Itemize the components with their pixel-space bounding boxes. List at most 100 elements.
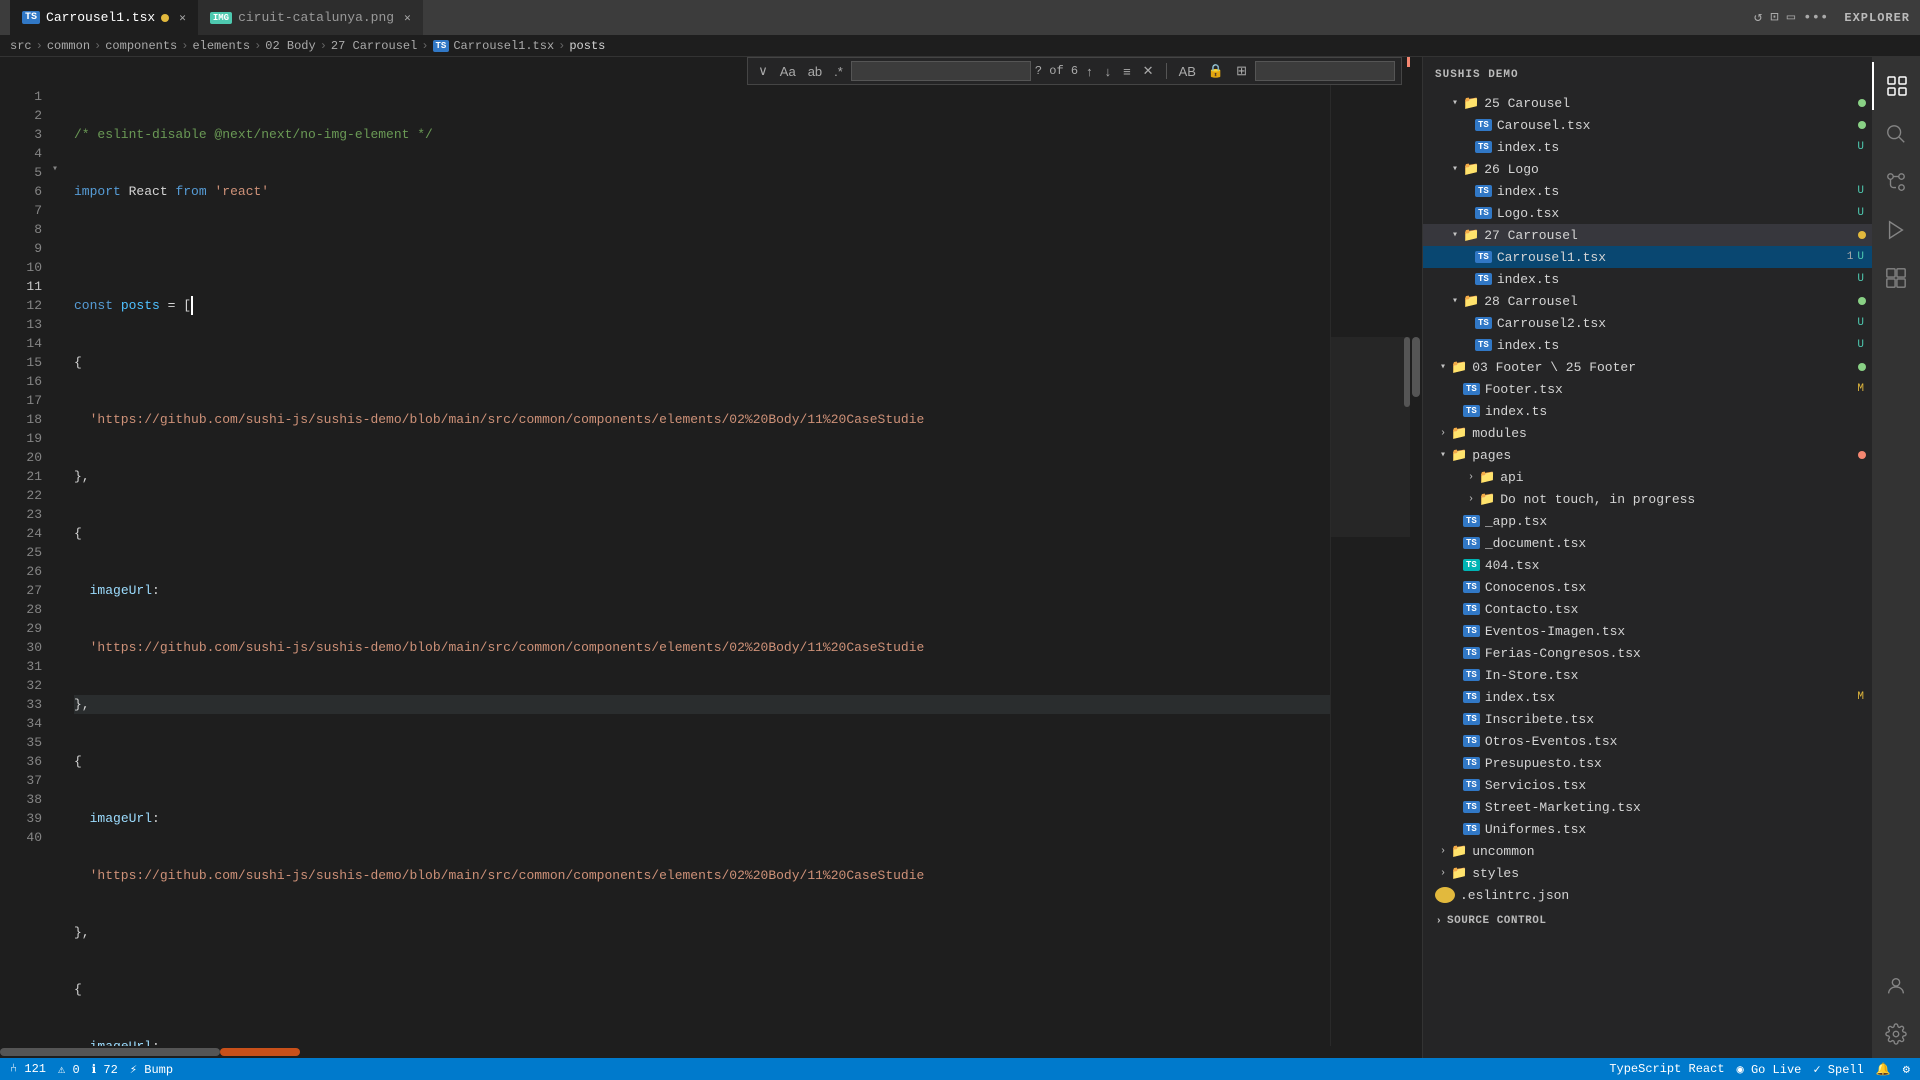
activity-account[interactable] <box>1872 962 1920 1010</box>
find-aa-btn[interactable]: Aa <box>776 62 800 81</box>
tab-ciruit-close[interactable]: ✕ <box>404 11 411 25</box>
status-badge <box>1858 297 1866 305</box>
sidebar-item-index-tsx[interactable]: TS index.tsx M <box>1423 686 1872 708</box>
sidebar-item-api[interactable]: › 📁 api <box>1423 466 1872 488</box>
find-select-all-btn[interactable]: ≡ <box>1119 62 1135 81</box>
sidebar-item-eslintrc[interactable]: .eslintrc.json <box>1423 884 1872 906</box>
sidebar-item-street-marketing[interactable]: TS Street-Marketing.tsx <box>1423 796 1872 818</box>
activity-explorer[interactable] <box>1872 62 1920 110</box>
editor-content-area[interactable]: 1 2 3 4 5 6 7 8 9 10 11 12 13 14 15 16 1 <box>0 57 1422 1046</box>
find-format-btn[interactable]: ⊞ <box>1232 61 1251 81</box>
horizontal-scrollbar[interactable] <box>0 1046 1422 1058</box>
sidebar-item-logo-tsx[interactable]: TS Logo.tsx U <box>1423 202 1872 224</box>
status-errors[interactable]: ⚠ 0 <box>58 1062 80 1077</box>
sidebar-item-document-tsx[interactable]: TS _document.tsx <box>1423 532 1872 554</box>
find-lock-btn[interactable]: 🔒 <box>1204 61 1228 81</box>
more-icon[interactable]: ••• <box>1803 10 1828 26</box>
find-search-input[interactable] <box>851 61 1031 81</box>
find-close-btn[interactable]: ✕ <box>1139 61 1158 81</box>
status-badge <box>1858 363 1866 371</box>
activity-extensions[interactable] <box>1872 254 1920 302</box>
status-settings[interactable]: ⚙ <box>1903 1062 1910 1077</box>
status-ts-react[interactable]: TypeScript React <box>1609 1062 1724 1077</box>
ts-icon: TS <box>1475 185 1492 197</box>
find-replace-input[interactable] <box>1255 61 1395 81</box>
arrow-icon: ▾ <box>1447 161 1463 177</box>
sidebar-item-logo-index[interactable]: TS index.ts U <box>1423 180 1872 202</box>
tab-close-button[interactable]: ✕ <box>179 11 186 25</box>
find-expand-btn[interactable]: ∨ <box>754 61 772 81</box>
tab-ciruit[interactable]: IMG ciruit-catalunya.png ✕ <box>198 0 423 35</box>
status-spell[interactable]: ✓ Spell <box>1813 1062 1863 1077</box>
folder-icon: 📁 <box>1479 470 1495 485</box>
scrollbar-thumb[interactable] <box>1412 337 1420 397</box>
sidebar-item-27-index[interactable]: TS index.ts U <box>1423 268 1872 290</box>
ts-icon: TS <box>1463 757 1480 769</box>
code-editor[interactable]: 1 2 3 4 5 6 7 8 9 10 11 12 13 14 15 16 1 <box>0 57 1330 1046</box>
sidebar-item-eventos-imagen[interactable]: TS Eventos-Imagen.tsx <box>1423 620 1872 642</box>
item-label: Eventos-Imagen.tsx <box>1485 624 1872 639</box>
source-control-section[interactable]: › SOURCE CONTROL <box>1423 910 1872 932</box>
breadcrumb: src › common › components › elements › 0… <box>0 35 1920 57</box>
find-ab-btn[interactable]: ab <box>804 62 826 81</box>
find-case-btn[interactable]: AB <box>1175 62 1200 81</box>
ts-icon: TS <box>22 11 40 24</box>
sidebar-item-servicios[interactable]: TS Servicios.tsx <box>1423 774 1872 796</box>
sidebar-item-presupuesto[interactable]: TS Presupuesto.tsx <box>1423 752 1872 774</box>
sidebar-item-25carousel[interactable]: ▾ 📁 25 Carousel <box>1423 92 1872 114</box>
sidebar-item-28carrousel[interactable]: ▾ 📁 28 Carrousel <box>1423 290 1872 312</box>
status-go-live[interactable]: ◉ Go Live <box>1737 1062 1802 1077</box>
activity-search[interactable] <box>1872 110 1920 158</box>
sidebar-item-26logo[interactable]: ▾ 📁 26 Logo <box>1423 158 1872 180</box>
code-content[interactable]: /* eslint-disable @next/next/no-img-elem… <box>64 87 1330 1046</box>
status-bell[interactable]: 🔔 <box>1876 1062 1891 1077</box>
h-scroll-thumb[interactable] <box>0 1048 220 1056</box>
sidebar-item-footer[interactable]: ▾ 📁 03 Footer \ 25 Footer <box>1423 356 1872 378</box>
sidebar-item-otros-eventos[interactable]: TS Otros-Eventos.tsx <box>1423 730 1872 752</box>
layout-icon[interactable]: ▭ <box>1787 9 1795 26</box>
code-line-13: imageUrl: <box>74 809 1330 828</box>
sidebar-item-27carrousel[interactable]: ▾ 📁 27 Carrousel <box>1423 224 1872 246</box>
find-prev-btn[interactable]: ↑ <box>1082 62 1097 81</box>
item-label: uncommon <box>1472 844 1872 859</box>
activity-debug[interactable] <box>1872 206 1920 254</box>
activity-git[interactable] <box>1872 158 1920 206</box>
sidebar-item-carousel-tsx[interactable]: TS Carousel.tsx <box>1423 114 1872 136</box>
sidebar-item-carrousel1-tsx[interactable]: TS Carrousel1.tsx 1 U <box>1423 246 1872 268</box>
find-regex-btn[interactable]: .* <box>830 62 847 81</box>
sidebar-item-inscribete[interactable]: TS Inscribete.tsx <box>1423 708 1872 730</box>
sidebar-item-styles[interactable]: › 📁 styles <box>1423 862 1872 884</box>
sidebar-item-pages[interactable]: ▾ 📁 pages <box>1423 444 1872 466</box>
h-scroll-thumb-active[interactable] <box>220 1048 300 1056</box>
find-next-btn[interactable]: ↓ <box>1101 62 1116 81</box>
sidebar-item-in-store[interactable]: TS In-Store.tsx <box>1423 664 1872 686</box>
sidebar-item-footer-index[interactable]: TS index.ts <box>1423 400 1872 422</box>
find-toolbar[interactable]: ∨ Aa ab .* ? of 6 ↑ ↓ ≡ ✕ AB 🔒 ⊞ <box>747 57 1402 85</box>
sidebar-title: SUSHIS DEMO <box>1435 69 1519 81</box>
status-bump[interactable]: ⚡ Bump <box>130 1062 173 1077</box>
sidebar-content[interactable]: ▾ 📁 25 Carousel TS Carousel.tsx TS index… <box>1423 92 1872 1058</box>
status-git-branch[interactable]: ⑃ 121 <box>10 1062 46 1076</box>
sidebar-item-modules[interactable]: › 📁 modules <box>1423 422 1872 444</box>
history-icon[interactable]: ↺ <box>1754 9 1762 26</box>
sidebar-item-contacto[interactable]: TS Contacto.tsx <box>1423 598 1872 620</box>
vertical-scrollbar[interactable] <box>1410 57 1422 1046</box>
sidebar-item-404-tsx[interactable]: TS 404.tsx <box>1423 554 1872 576</box>
sidebar-item-conocenos[interactable]: TS Conocenos.tsx <box>1423 576 1872 598</box>
activity-settings[interactable] <box>1872 1010 1920 1058</box>
sidebar-item-carousel-index[interactable]: TS index.ts U <box>1423 136 1872 158</box>
sidebar-item-28-index[interactable]: TS index.ts U <box>1423 334 1872 356</box>
sidebar-item-carrousel2-tsx[interactable]: TS Carrousel2.tsx U <box>1423 312 1872 334</box>
sidebar-item-footer-tsx[interactable]: TS Footer.tsx M <box>1423 378 1872 400</box>
sidebar-item-app-tsx[interactable]: TS _app.tsx <box>1423 510 1872 532</box>
editor-area[interactable]: ∨ Aa ab .* ? of 6 ↑ ↓ ≡ ✕ AB 🔒 ⊞ 1 2 3 <box>0 57 1422 1058</box>
sidebar-item-uniformes[interactable]: TS Uniformes.tsx <box>1423 818 1872 840</box>
sidebar-item-uncommon[interactable]: › 📁 uncommon <box>1423 840 1872 862</box>
sidebar-item-ferias[interactable]: TS Ferias-Congresos.tsx <box>1423 642 1872 664</box>
ts-icon: TS <box>1475 317 1492 329</box>
status-warnings[interactable]: ℹ 72 <box>92 1062 118 1077</box>
tab-carousel[interactable]: TS Carrousel1.tsx ✕ <box>10 0 198 35</box>
split-icon[interactable]: ⊡ <box>1770 9 1778 26</box>
sidebar-item-do-not-touch[interactable]: › 📁 Do not touch, in progress <box>1423 488 1872 510</box>
fold-arrow-4[interactable]: ▾ <box>52 163 58 175</box>
